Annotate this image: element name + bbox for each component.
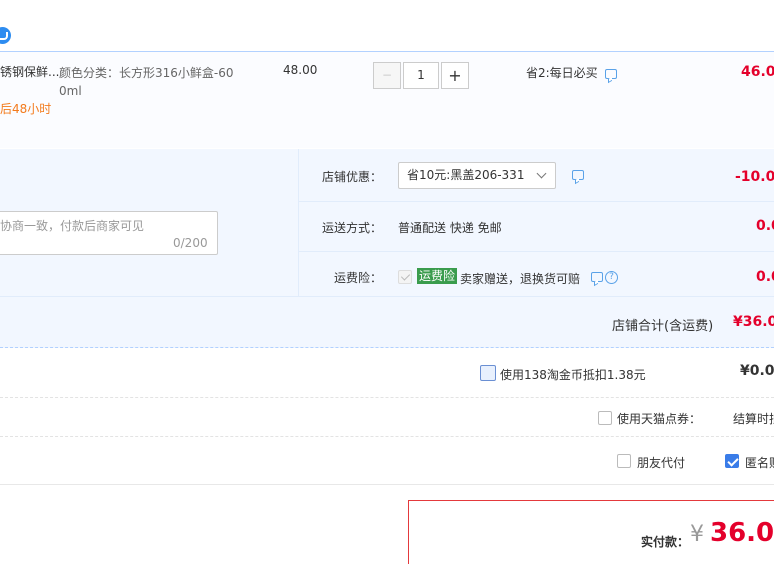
- anonymous-label: 匿名购: [745, 456, 774, 470]
- tmall-coupon-checkbox[interactable]: [598, 411, 612, 425]
- taojin-amount: ¥0.0: [740, 363, 774, 379]
- insurance-label: 运费险：: [334, 271, 383, 285]
- row-divider: [0, 436, 774, 437]
- memo-placeholder: 协商一致，付款后商家可见: [0, 219, 145, 233]
- panel-divider: [298, 201, 774, 202]
- row-divider: [0, 484, 774, 485]
- insurance-desc: 卖家赠送，退换货可赔: [460, 272, 581, 286]
- qty-minus-button[interactable]: −: [373, 62, 401, 89]
- help-icon[interactable]: ?: [605, 271, 618, 284]
- row-divider: [0, 397, 774, 398]
- delivery-promise: 后48小时: [0, 102, 52, 116]
- panel-divider: [0, 296, 774, 297]
- panel-divider: [298, 251, 774, 252]
- coupon-label: 店铺优惠：: [322, 170, 383, 184]
- qty-plus-button[interactable]: +: [441, 62, 469, 89]
- anonymous-checkbox[interactable]: [725, 454, 739, 468]
- coupon-value: 省10元:黑盖206-331: [407, 168, 525, 182]
- item-discount: 省2:每日必买: [526, 66, 598, 80]
- item-price: 48.00: [283, 63, 318, 77]
- item-attr: 颜色分类：长方形316小鲜盒-60: [59, 66, 234, 80]
- friend-pay-checkbox[interactable]: [617, 454, 631, 468]
- delivery-label: 运送方式：: [322, 221, 383, 235]
- message-icon[interactable]: [605, 69, 617, 79]
- payment-currency: ¥: [690, 522, 704, 547]
- insurance-tag: 运费险: [417, 268, 458, 284]
- friend-pay-label: 朋友代付: [637, 456, 686, 470]
- tmall-coupon-value: 结算时抵: [733, 412, 774, 426]
- payment-amount: 36.00: [710, 518, 774, 548]
- message-icon[interactable]: [591, 272, 603, 282]
- shop-total-label: 店铺合计(含运费): [612, 319, 714, 334]
- delivery-value: 普通配送 快递 免邮: [398, 221, 502, 235]
- quantity-input[interactable]: 1: [403, 62, 439, 89]
- delivery-amount: 0.0: [756, 218, 774, 234]
- coupon-select[interactable]: 省10元:黑盖206-331: [398, 162, 556, 189]
- tmall-coupon-label: 使用天猫点券：: [617, 412, 702, 426]
- shop-total-amount: ¥36.0: [733, 314, 774, 330]
- item-subtotal: 46.0: [741, 64, 774, 80]
- memo-counter: 0/200: [173, 236, 208, 250]
- chevron-down-icon: [536, 168, 547, 179]
- taojin-label: 使用138淘金币抵扣1.38元: [500, 368, 646, 382]
- insurance-checkbox[interactable]: [398, 270, 412, 284]
- taojin-checkbox[interactable]: [480, 365, 496, 381]
- item-title[interactable]: 锈钢保鲜...: [0, 63, 59, 80]
- item-attr-line2: 0ml: [59, 84, 82, 98]
- payment-label: 实付款：: [641, 535, 690, 549]
- service-badge-icon: [0, 27, 11, 44]
- insurance-amount: 0.0: [756, 269, 774, 285]
- coupon-amount: -10.0: [735, 169, 774, 185]
- message-icon[interactable]: [572, 170, 584, 180]
